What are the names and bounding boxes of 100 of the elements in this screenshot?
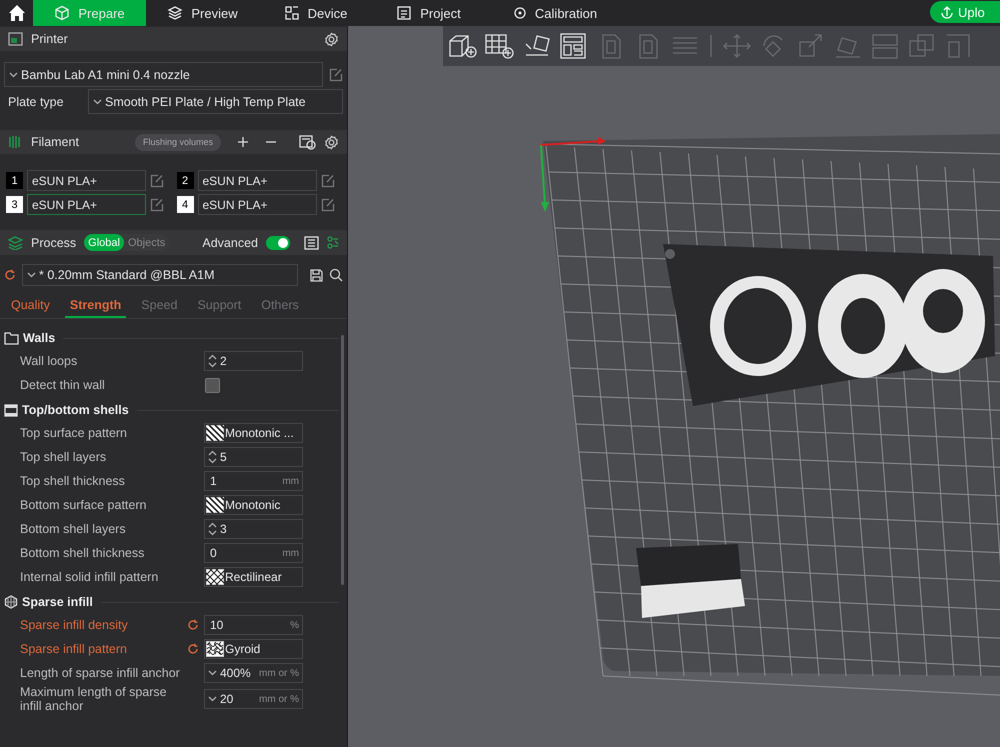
chevron-down-icon [27, 272, 36, 278]
filament-number: 4 [176, 196, 194, 213]
reset-icon[interactable] [187, 619, 199, 631]
spin-arrows-icon[interactable] [208, 522, 217, 536]
printer-device-icon [284, 5, 300, 21]
nav-tab[interactable]: Preview [146, 0, 259, 26]
field-value: Monotonic [225, 498, 280, 512]
number-field[interactable]: 0 mm [204, 543, 303, 563]
filament-sync-icon[interactable] [299, 134, 316, 150]
edit-icon[interactable] [320, 174, 334, 188]
pattern-dropdown[interactable]: Monotonic [204, 495, 303, 515]
filament-number: 3 [6, 196, 23, 213]
combo-field[interactable]: 400% mm or % [204, 663, 303, 683]
nav-tab[interactable]: Project [372, 0, 485, 26]
folder-icon [4, 332, 19, 344]
group-title: Sparse infill [22, 595, 93, 609]
unit-label: mm [282, 548, 299, 558]
field-value: 400% [220, 666, 251, 680]
group-title: Top/bottom shells [22, 403, 129, 417]
chevron-down-icon [9, 72, 18, 78]
setting-label: Bottom shell thickness [20, 546, 146, 560]
number-field[interactable]: 1 mm [204, 471, 303, 491]
setting-label: Maximum length of sparse infill anchor [20, 685, 168, 713]
target-icon [512, 6, 527, 20]
edit-icon[interactable] [329, 68, 343, 82]
filament-number: 2 [176, 172, 194, 189]
hexagon-icon [4, 595, 18, 609]
plate-type-label: Plate type [7, 94, 65, 108]
plus-icon[interactable] [237, 136, 249, 148]
filament-icon [8, 135, 23, 149]
settings-icon [324, 32, 339, 46]
number-field[interactable]: 10 % [204, 615, 303, 635]
filament-number: 1 [6, 172, 23, 189]
setting-label: Bottom surface pattern [20, 498, 148, 512]
checkbox[interactable] [205, 378, 220, 392]
setting-label: Sparse infill density [20, 618, 129, 632]
section-title: Process [31, 236, 76, 250]
settings-tab[interactable]: Quality [6, 296, 55, 318]
setting-label: Top shell thickness [20, 474, 126, 488]
unit-label: % [290, 620, 299, 630]
field-value: Monotonic ... [225, 426, 294, 440]
settings-icon [324, 134, 339, 150]
section-title: Printer [31, 32, 68, 46]
printer-dropdown[interactable]: Bambu Lab A1 mini 0.4 nozzle [4, 62, 323, 87]
printer-icon [8, 32, 23, 46]
advanced-label: Advanced [202, 236, 258, 250]
filament-dropdown[interactable]: eSUN PLA+ [198, 194, 316, 215]
nav-tab[interactable]: Calibration [485, 0, 625, 26]
setting-label: Sparse infill pattern [20, 642, 128, 656]
field-value: 1 [209, 474, 217, 488]
pattern-dropdown[interactable]: Rectilinear [204, 567, 303, 587]
spin-arrows-icon[interactable] [208, 354, 217, 368]
save-icon[interactable] [310, 268, 323, 282]
number-field[interactable]: 5 [204, 447, 303, 467]
crosshatch-icon [206, 569, 224, 585]
advanced-switch[interactable] [266, 236, 290, 250]
process-preset-dropdown[interactable]: * 0.20mm Standard @BBL A1M [22, 264, 298, 286]
plate-type-dropdown[interactable]: Smooth PEI Plate / High Temp Plate [88, 89, 343, 114]
filament-dropdown[interactable]: eSUN PLA+ [198, 170, 316, 191]
nav-tab[interactable]: Device [259, 0, 372, 26]
unit-label: mm [282, 476, 299, 486]
flushing-volumes-button[interactable]: Flushing volumes [134, 134, 221, 150]
filament-dropdown[interactable]: eSUN PLA+ [27, 170, 146, 191]
unit-label: mm or % [259, 668, 299, 678]
unit-label: mm or % [259, 694, 299, 704]
compare-icon[interactable] [327, 236, 339, 249]
search-icon[interactable] [329, 268, 343, 282]
setting-label: Detect thin wall [20, 378, 106, 392]
edit-icon[interactable] [150, 174, 164, 188]
pattern-dropdown[interactable]: Gyroid [204, 639, 303, 659]
number-field[interactable]: 3 [204, 519, 303, 539]
diagonal-hatch-icon [206, 425, 224, 441]
filament-dropdown[interactable]: eSUN PLA+ [27, 194, 146, 215]
setting-label: Wall loops [20, 354, 78, 368]
dropdown-value: Bambu Lab A1 mini 0.4 nozzle [21, 68, 190, 82]
add-grid-icon[interactable] [484, 32, 516, 60]
number-field[interactable]: 2 [204, 351, 303, 371]
combo-field[interactable]: 20 mm or % [204, 689, 303, 709]
edit-icon[interactable] [150, 198, 164, 212]
field-value: 5 [220, 450, 227, 464]
setting-label: Top shell layers [20, 450, 108, 464]
list-icon[interactable] [304, 236, 319, 250]
spin-arrows-icon[interactable] [208, 450, 217, 464]
document-icon [396, 5, 412, 21]
scrollbar-thumb[interactable] [341, 335, 344, 585]
panel-icon [4, 404, 18, 416]
pattern-dropdown[interactable]: Monotonic ... [204, 423, 303, 443]
chevron-down-icon [208, 696, 217, 702]
field-value: Gyroid [225, 642, 260, 656]
dropdown-value: Smooth PEI Plate / High Temp Plate [105, 94, 306, 108]
reset-icon[interactable] [4, 269, 16, 281]
setting-label: Bottom shell layers [20, 522, 127, 536]
cube-icon [54, 5, 70, 21]
reset-icon[interactable] [187, 643, 199, 655]
setting-label: Internal solid infill pattern [20, 570, 160, 584]
printer-settings-button[interactable] [324, 32, 339, 46]
edit-icon[interactable] [320, 198, 334, 212]
settings-tab[interactable]: Strength [64, 296, 126, 318]
group-title: Walls [23, 331, 56, 345]
field-value: Rectilinear [225, 570, 282, 584]
